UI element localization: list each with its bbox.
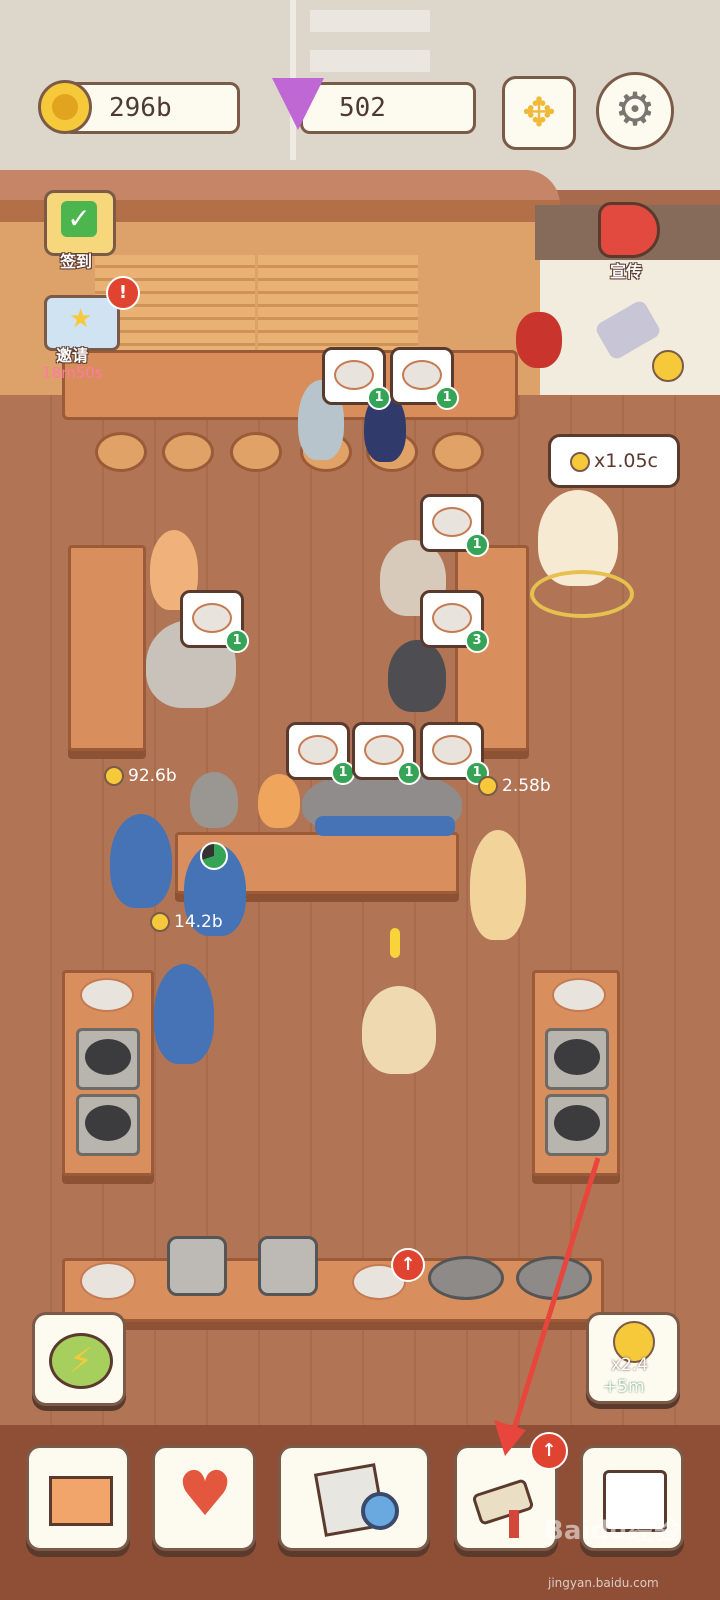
watermark-url: jingyan.baidu.com xyxy=(548,1576,659,1590)
red-annotation-arrow xyxy=(494,1157,601,1456)
baidu-watermark: Baidu经验 xyxy=(544,1516,680,1546)
